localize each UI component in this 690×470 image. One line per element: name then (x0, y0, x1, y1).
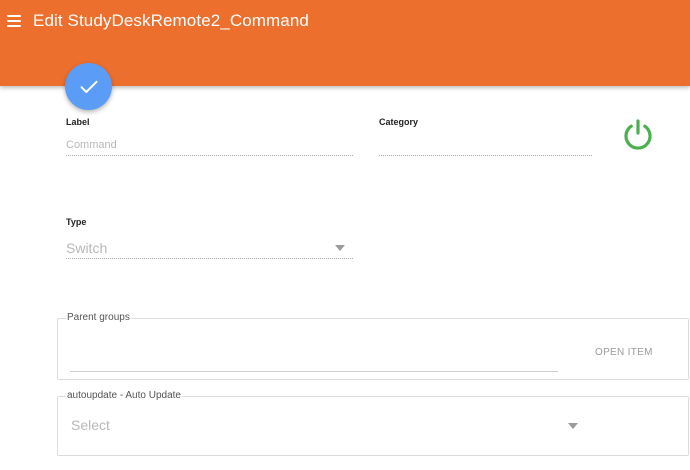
check-icon (80, 80, 97, 93)
parent-groups-input-underline (70, 371, 558, 372)
parent-groups-legend: Parent groups (66, 312, 131, 323)
page-title: Edit StudyDeskRemote2_Command (33, 11, 309, 30)
type-dropdown-arrow-icon[interactable] (335, 245, 345, 251)
autoupdate-legend: autoupdate - Auto Update (66, 390, 182, 401)
label-input-underline (66, 155, 353, 156)
category-input-underline (379, 155, 592, 156)
label-field-caption: Label (66, 117, 90, 127)
type-field-caption: Type (66, 217, 87, 227)
open-item-button[interactable]: OPEN ITEM (595, 347, 653, 358)
type-select[interactable]: Switch (66, 240, 107, 256)
save-fab-button[interactable] (65, 63, 112, 110)
category-field-caption: Category (379, 117, 419, 127)
parent-groups-input[interactable] (70, 352, 558, 370)
label-input[interactable]: Command (66, 139, 117, 151)
autoupdate-dropdown-arrow-icon[interactable] (568, 423, 578, 429)
hamburger-menu-icon[interactable] (7, 15, 21, 27)
type-select-underline (66, 258, 353, 259)
autoupdate-select[interactable]: Select (71, 417, 110, 433)
power-icon[interactable] (620, 117, 656, 153)
category-input[interactable] (379, 139, 592, 153)
autoupdate-fieldset (57, 396, 689, 456)
